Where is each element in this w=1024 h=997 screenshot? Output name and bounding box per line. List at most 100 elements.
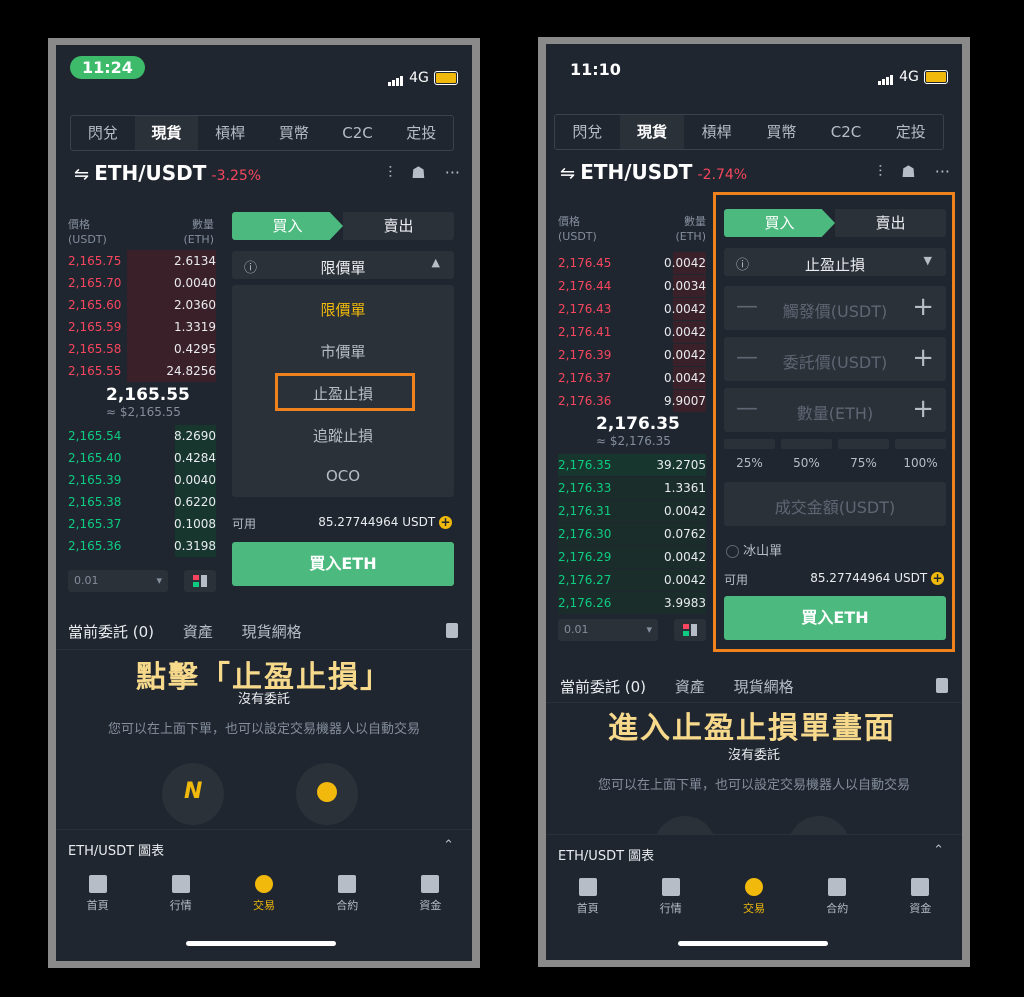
bot-n-icon[interactable]: N (162, 763, 224, 825)
pair-header[interactable]: ⇋ ETH/USDT -2.74% (560, 160, 747, 184)
nav-trade[interactable]: 交易 (712, 878, 795, 916)
tab-assets[interactable]: 資產 (675, 678, 705, 696)
bid-row[interactable]: 2,176.26 3.9983 (558, 592, 706, 614)
tab-recurring[interactable]: 定投 (389, 116, 453, 150)
bid-row[interactable]: 2,165.39 0.0040 (68, 469, 216, 491)
percent-100-label[interactable]: 100% (895, 456, 946, 470)
buy-tab[interactable]: 買入 (724, 209, 835, 237)
percent-25-label[interactable]: 25% (724, 456, 775, 470)
document-icon[interactable] (936, 678, 948, 693)
add-funds-icon[interactable]: + (931, 572, 944, 585)
bid-row[interactable]: 2,176.33 1.3361 (558, 477, 706, 499)
sell-tab[interactable]: 賣出 (835, 209, 946, 237)
more-icon[interactable]: ··· (935, 162, 950, 181)
total-field[interactable]: 成交金額(USDT) (724, 482, 946, 526)
percent-50-label[interactable]: 50% (781, 456, 832, 470)
dropdown-limit[interactable]: 限價單 (232, 299, 454, 320)
nav-wallet[interactable]: 資金 (389, 875, 472, 913)
increase-icon[interactable]: + (912, 343, 934, 373)
bid-row[interactable]: 2,176.30 0.0762 (558, 523, 706, 545)
order-type-select[interactable]: ⓘ 限價單 ▲ (232, 251, 454, 279)
bid-row[interactable]: 2,165.40 0.4284 (68, 447, 216, 469)
order-type-select[interactable]: ⓘ 止盈止損 ▼ (724, 248, 946, 276)
nav-trade[interactable]: 交易 (222, 875, 305, 913)
dropdown-oco[interactable]: OCO (232, 467, 454, 485)
ask-row[interactable]: 2,165.70 0.0040 (68, 272, 216, 294)
tab-margin[interactable]: 槓桿 (684, 115, 749, 149)
trigger-price-field[interactable]: — 觸發價(USDT) + (724, 286, 946, 330)
ask-row[interactable]: 2,176.37 0.0042 (558, 367, 706, 389)
tab-c2c[interactable]: C2C (814, 115, 879, 149)
tab-margin[interactable]: 槓桿 (198, 116, 262, 150)
grid-bot-icon[interactable] (296, 763, 358, 825)
tab-buy-crypto[interactable]: 買幣 (262, 116, 326, 150)
bid-row[interactable]: 2,165.37 0.1008 (68, 513, 216, 535)
nav-futures[interactable]: 合約 (306, 875, 389, 913)
dropdown-market[interactable]: 市價單 (232, 341, 454, 362)
ask-row[interactable]: 2,165.60 2.0360 (68, 294, 216, 316)
nav-home[interactable]: 首頁 (56, 875, 139, 913)
ask-row[interactable]: 2,176.43 0.0042 (558, 298, 706, 320)
buy-tab[interactable]: 買入 (232, 212, 343, 240)
depth-select[interactable]: 0.01 ▾ (558, 619, 658, 641)
buy-eth-button[interactable]: 買入ETH (232, 542, 454, 586)
ask-row[interactable]: 2,165.58 0.4295 (68, 338, 216, 360)
orderbook-layout-icon[interactable] (674, 619, 706, 641)
bid-row[interactable]: 2,176.27 0.0042 (558, 569, 706, 591)
bot-icon[interactable]: ☗ (411, 163, 425, 182)
ask-row[interactable]: 2,165.55 24.8256 (68, 360, 216, 382)
document-icon[interactable] (446, 623, 458, 638)
ask-row[interactable]: 2,176.36 9.9007 (558, 390, 706, 412)
tab-spot[interactable]: 現貨 (134, 116, 199, 150)
tab-spot[interactable]: 現貨 (619, 115, 685, 149)
tab-c2c[interactable]: C2C (326, 116, 390, 150)
dropdown-trailing-stop[interactable]: 追蹤止損 (232, 425, 454, 446)
ask-row[interactable]: 2,176.39 0.0042 (558, 344, 706, 366)
percent-50-bar[interactable] (781, 439, 832, 449)
ask-row[interactable]: 2,176.45 0.0042 (558, 252, 706, 274)
tab-flash[interactable]: 閃兌 (71, 116, 135, 150)
iceberg-checkbox[interactable]: 冰山單 (726, 540, 782, 559)
ask-row[interactable]: 2,165.59 1.3319 (68, 316, 216, 338)
chart-bar[interactable]: ETH/USDT 圖表 ⌃ (546, 834, 962, 873)
depth-select[interactable]: 0.01 ▾ (68, 570, 168, 592)
sell-tab[interactable]: 賣出 (343, 212, 454, 240)
bid-row[interactable]: 2,165.54 8.2690 (68, 425, 216, 447)
percent-75-bar[interactable] (838, 439, 889, 449)
add-funds-icon[interactable]: + (439, 516, 452, 529)
tab-open-orders[interactable]: 當前委託 (0) (68, 623, 154, 641)
tab-spot-grid[interactable]: 現貨網格 (242, 623, 302, 641)
limit-price-field[interactable]: — 委託價(USDT) + (724, 337, 946, 381)
ask-row[interactable]: 2,176.41 0.0042 (558, 321, 706, 343)
tab-buy-crypto[interactable]: 買幣 (749, 115, 814, 149)
percent-100-bar[interactable] (895, 439, 946, 449)
tab-assets[interactable]: 資產 (183, 623, 213, 641)
orderbook-layout-icon[interactable] (184, 570, 216, 592)
chart-bar[interactable]: ETH/USDT 圖表 ⌃ (56, 829, 472, 868)
ask-row[interactable]: 2,165.75 2.6134 (68, 250, 216, 272)
nav-futures[interactable]: 合約 (796, 878, 879, 916)
percent-75-label[interactable]: 75% (838, 456, 889, 470)
ask-row[interactable]: 2,176.44 0.0034 (558, 275, 706, 297)
pair-header[interactable]: ⇋ ETH/USDT -3.25% (74, 161, 261, 185)
tab-recurring[interactable]: 定投 (878, 115, 943, 149)
bid-row[interactable]: 2,176.29 0.0042 (558, 546, 706, 568)
more-icon[interactable]: ··· (445, 163, 460, 182)
nav-wallet[interactable]: 資金 (879, 878, 962, 916)
nav-home[interactable]: 首頁 (546, 878, 629, 916)
increase-icon[interactable]: + (912, 394, 934, 424)
candlestick-icon[interactable]: ⫶ (878, 162, 882, 182)
amount-field[interactable]: — 數量(ETH) + (724, 388, 946, 432)
tab-spot-grid[interactable]: 現貨網格 (734, 678, 794, 696)
nav-markets[interactable]: 行情 (629, 878, 712, 916)
buy-eth-button[interactable]: 買入ETH (724, 596, 946, 640)
nav-markets[interactable]: 行情 (139, 875, 222, 913)
candlestick-icon[interactable]: ⫶ (388, 163, 392, 183)
bid-row[interactable]: 2,165.36 0.3198 (68, 535, 216, 557)
grid-bot-icon[interactable] (788, 816, 850, 834)
bid-row[interactable]: 2,176.35 39.2705 (558, 454, 706, 476)
bot-n-icon[interactable] (654, 816, 716, 834)
increase-icon[interactable]: + (912, 292, 934, 322)
bid-row[interactable]: 2,176.31 0.0042 (558, 500, 706, 522)
tab-flash[interactable]: 閃兌 (555, 115, 620, 149)
